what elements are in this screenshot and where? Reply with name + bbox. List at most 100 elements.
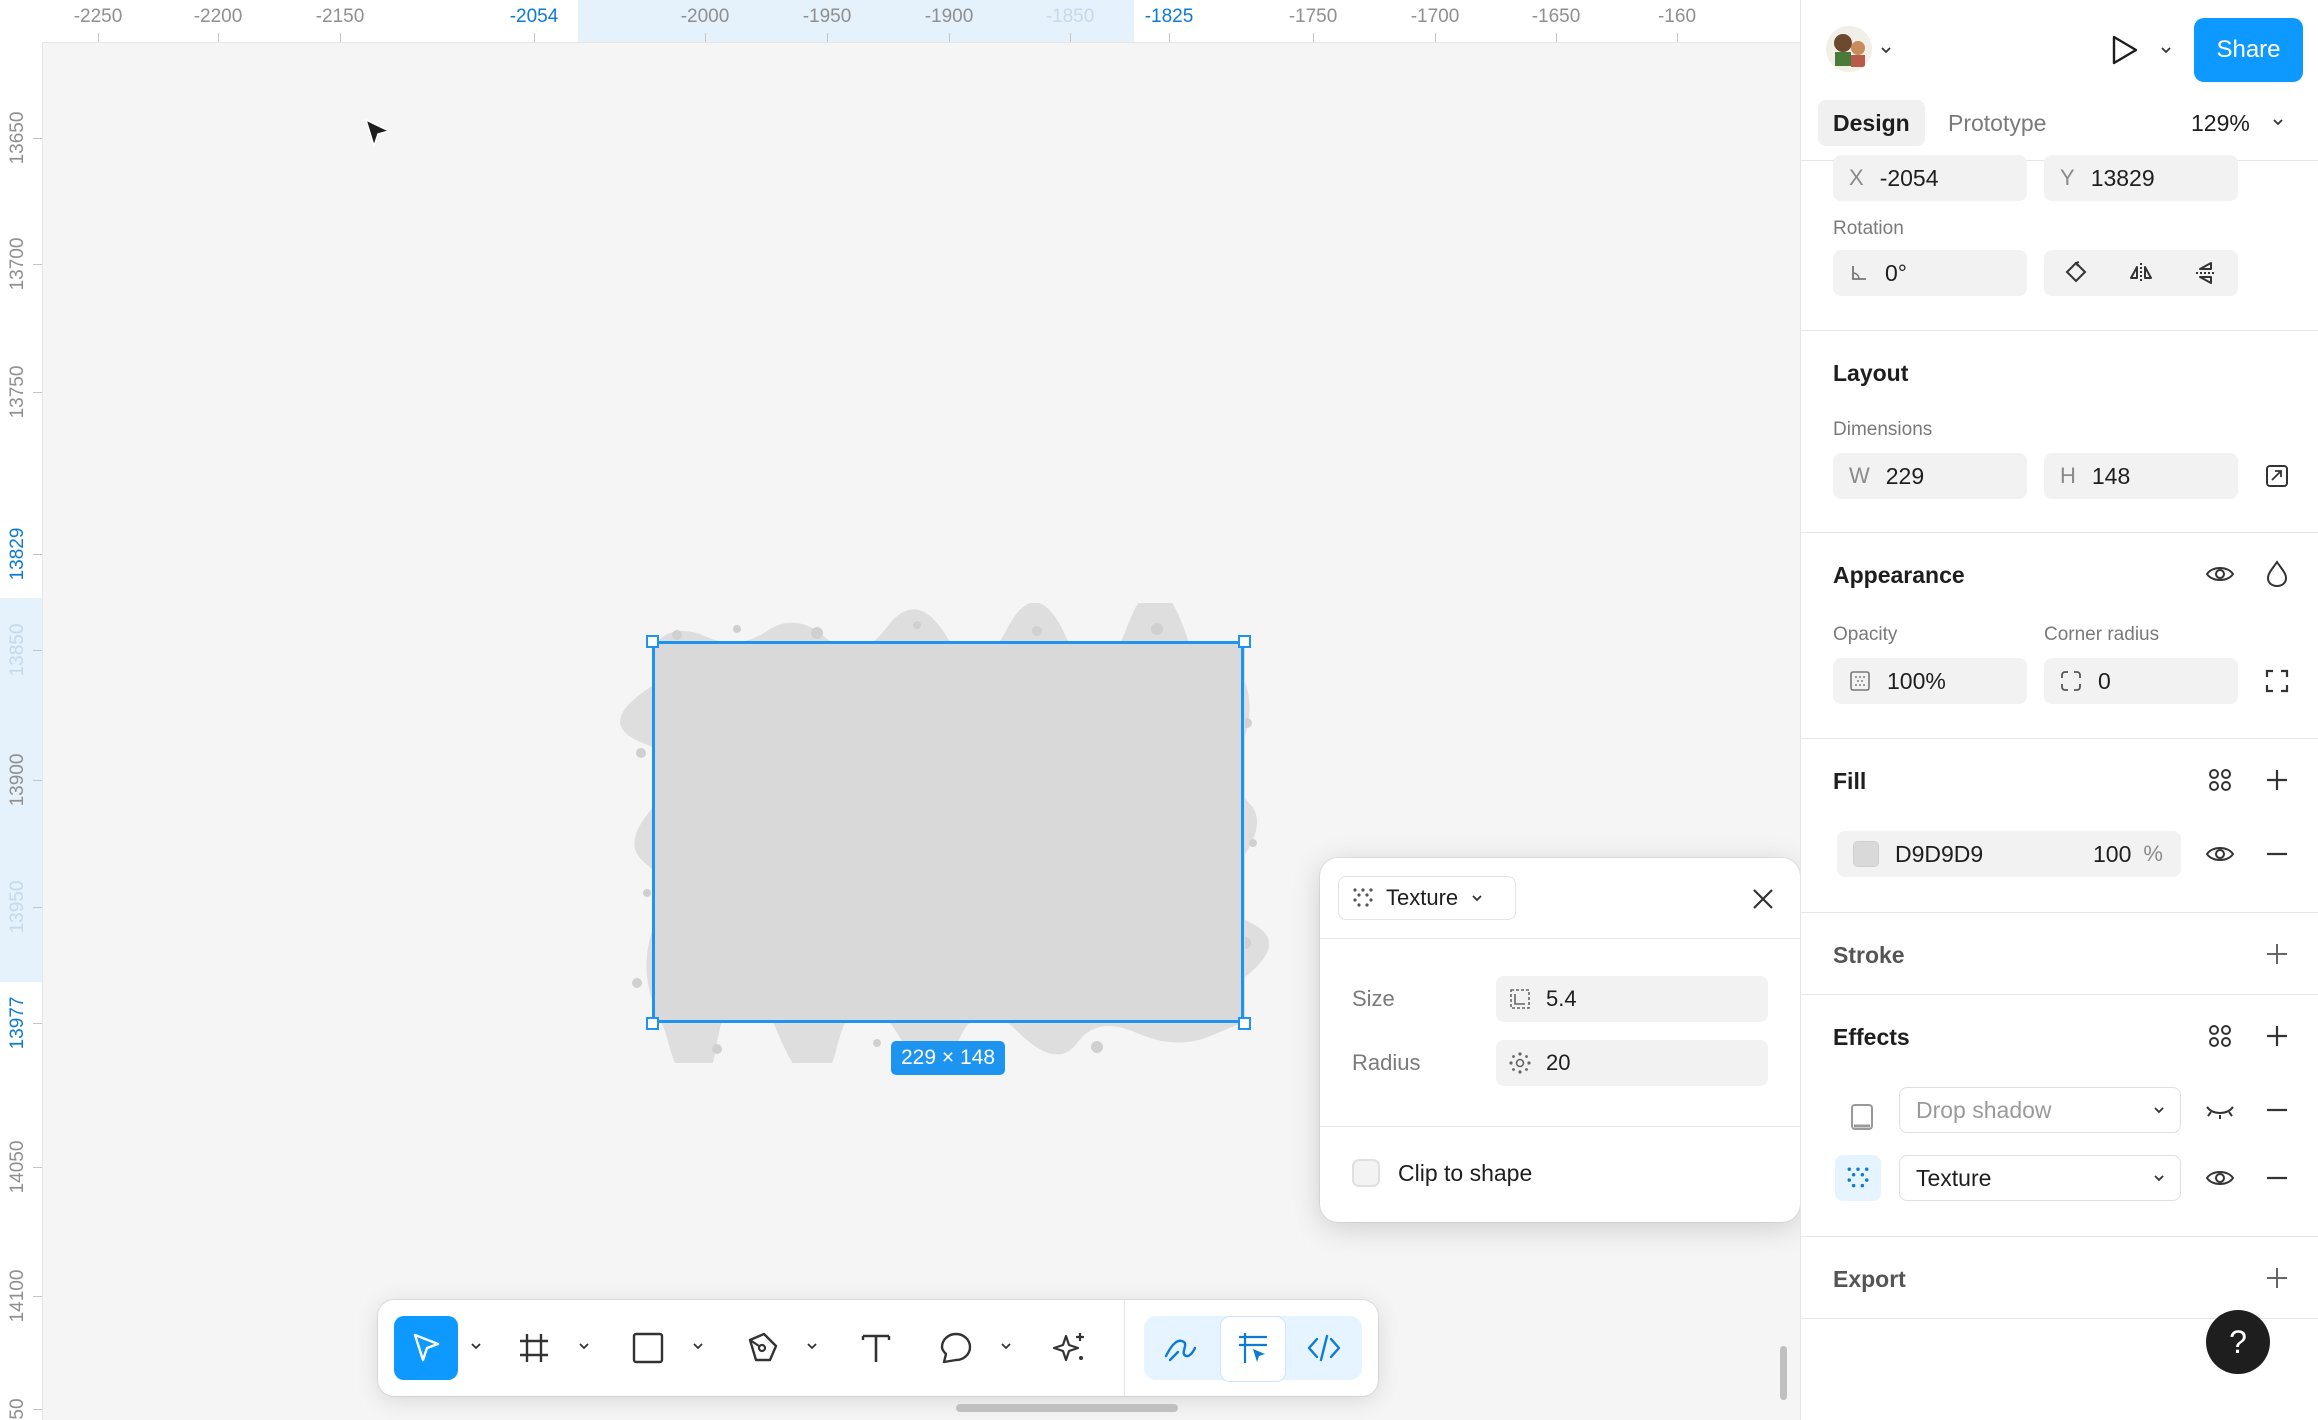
text-tool-button[interactable] — [844, 1316, 908, 1380]
flip-horizontal-icon[interactable] — [2128, 260, 2154, 286]
chevron-down-icon[interactable] — [2159, 43, 2173, 57]
eye-closed-icon — [2206, 1106, 2234, 1119]
rectangle-tool-button[interactable] — [616, 1316, 680, 1380]
drop-shadow-type-select[interactable]: Drop shadow — [1899, 1087, 2181, 1133]
texture-visibility-button[interactable] — [2203, 1161, 2237, 1195]
y-label: Y — [2060, 165, 2075, 190]
resize-handle-bottom-left[interactable] — [646, 1017, 659, 1030]
corner-radius-value[interactable]: 0 — [2098, 668, 2111, 695]
effect-type-dropdown[interactable]: Texture — [1338, 876, 1516, 920]
ruler-tick: -2000 — [681, 0, 729, 42]
drop-shadow-settings-button[interactable] — [1839, 1094, 1885, 1140]
opacity-value[interactable]: 100% — [1887, 668, 1946, 695]
ruler-tick: 13700 — [0, 238, 42, 290]
move-tool-button[interactable] — [394, 1316, 458, 1380]
x-value[interactable]: -2054 — [1880, 165, 1939, 192]
avatar[interactable] — [1826, 26, 1872, 72]
tab-prototype[interactable]: Prototype — [1948, 100, 2046, 146]
resize-handle-top-left[interactable] — [646, 635, 659, 648]
resize-to-fit-button[interactable] — [2260, 459, 2294, 493]
left-ruler: 13650 13700 13750 13829 13850 13900 1395… — [0, 42, 43, 1420]
pen-tool-button[interactable] — [730, 1316, 794, 1380]
zoom-level[interactable]: 129% — [2191, 110, 2250, 137]
frame-tool-button[interactable] — [502, 1316, 566, 1380]
ruler-tick-selection-start: 13829 — [0, 528, 42, 580]
clip-to-shape-checkbox[interactable] — [1352, 1159, 1380, 1187]
texture-type-select[interactable]: Texture — [1899, 1155, 2181, 1201]
visibility-button[interactable] — [2203, 557, 2237, 591]
close-icon[interactable] — [1750, 886, 1776, 912]
chevron-down-icon[interactable] — [576, 1338, 592, 1354]
fill-hex-value[interactable]: D9D9D9 — [1895, 841, 2075, 868]
fill-opacity-value[interactable]: 100 — [2093, 841, 2131, 868]
drop-shadow-visibility-button[interactable] — [2203, 1093, 2237, 1127]
resize-handle-top-right[interactable] — [1238, 635, 1251, 648]
size-field[interactable]: 5.4 — [1496, 976, 1768, 1022]
effect-styles-button[interactable] — [2203, 1019, 2237, 1053]
help-button[interactable]: ? — [2206, 1310, 2270, 1374]
rectangle-icon — [632, 1332, 664, 1364]
opacity-field[interactable]: 100% — [1833, 658, 2027, 704]
add-stroke-button[interactable] — [2260, 937, 2294, 971]
fill-swatch[interactable] — [1853, 841, 1879, 867]
texture-settings-button[interactable] — [1835, 1155, 1881, 1201]
design-mode-button[interactable] — [1220, 1316, 1286, 1382]
remove-fill-button[interactable] — [2260, 837, 2294, 871]
independent-corners-button[interactable] — [2260, 664, 2294, 698]
clip-to-shape-label[interactable]: Clip to shape — [1398, 1160, 1532, 1187]
actions-tool-button[interactable] — [1038, 1316, 1102, 1380]
chevron-down-icon[interactable] — [468, 1338, 484, 1354]
h-value[interactable]: 148 — [2092, 463, 2130, 490]
fill-styles-button[interactable] — [2203, 763, 2237, 797]
horizontal-scrollbar[interactable] — [956, 1404, 1178, 1412]
fill-row[interactable]: D9D9D9 100 % — [1837, 831, 2181, 877]
add-export-button[interactable] — [2260, 1261, 2294, 1295]
radius-value[interactable]: 20 — [1546, 1050, 1570, 1076]
w-value[interactable]: 229 — [1886, 463, 1924, 490]
play-icon[interactable] — [2109, 34, 2139, 66]
texture-icon — [1847, 1167, 1869, 1188]
vertical-scrollbar[interactable] — [1780, 1346, 1787, 1400]
remove-texture-button[interactable] — [2260, 1161, 2294, 1195]
rotate-90-icon[interactable] — [2063, 260, 2089, 286]
chevron-down-icon[interactable] — [804, 1338, 820, 1354]
chevron-down-icon[interactable] — [2271, 115, 2285, 129]
tab-design[interactable]: Design — [1818, 100, 1925, 146]
y-value[interactable]: 13829 — [2091, 165, 2155, 192]
drop-shadow-icon — [1851, 1104, 1873, 1130]
corner-radius-field[interactable]: 0 — [2044, 658, 2238, 704]
remove-drop-shadow-button[interactable] — [2260, 1093, 2294, 1127]
chevron-down-icon[interactable] — [690, 1338, 706, 1354]
mouse-cursor-icon — [364, 118, 392, 149]
blend-mode-button[interactable] — [2260, 557, 2294, 591]
comment-tool-button[interactable] — [924, 1316, 988, 1380]
properties-panel: Share Design Prototype 129% X -2054 Y 13… — [1800, 0, 2318, 1420]
add-effect-button[interactable] — [2260, 1019, 2294, 1053]
dev-mode-button[interactable] — [1292, 1316, 1356, 1380]
eye-icon — [2205, 1171, 2235, 1185]
draw-mode-button[interactable] — [1148, 1316, 1212, 1380]
corner-radius-label: Corner radius — [2044, 624, 2160, 645]
fill-visibility-button[interactable] — [2203, 837, 2237, 871]
chevron-down-icon[interactable] — [1879, 43, 1893, 57]
avatar-illustration-icon — [1834, 34, 1865, 67]
radius-label: Radius — [1352, 1050, 1421, 1075]
top-ruler: -2250 -2200 -2150 -2054 -2000 -1950 -190… — [0, 0, 1800, 43]
resize-handle-bottom-right[interactable] — [1238, 1017, 1251, 1030]
width-field[interactable]: W 229 — [1833, 453, 2027, 499]
height-field[interactable]: H 148 — [2044, 453, 2238, 499]
eye-icon — [2205, 847, 2235, 861]
x-position-field[interactable]: X -2054 — [1833, 155, 2027, 201]
rotation-value[interactable]: 0° — [1885, 260, 1907, 287]
rotation-field[interactable]: 0° — [1833, 250, 2027, 296]
radius-icon — [1509, 1052, 1531, 1074]
radius-field[interactable]: 20 — [1496, 1040, 1768, 1086]
add-fill-button[interactable] — [2260, 763, 2294, 797]
mode-switcher — [1144, 1316, 1362, 1382]
share-button[interactable]: Share — [2194, 18, 2303, 82]
flip-vertical-icon[interactable] — [2193, 260, 2219, 286]
y-position-field[interactable]: Y 13829 — [2044, 155, 2238, 201]
chevron-down-icon[interactable] — [998, 1338, 1014, 1354]
size-value[interactable]: 5.4 — [1546, 986, 1577, 1012]
code-icon — [1307, 1334, 1341, 1362]
